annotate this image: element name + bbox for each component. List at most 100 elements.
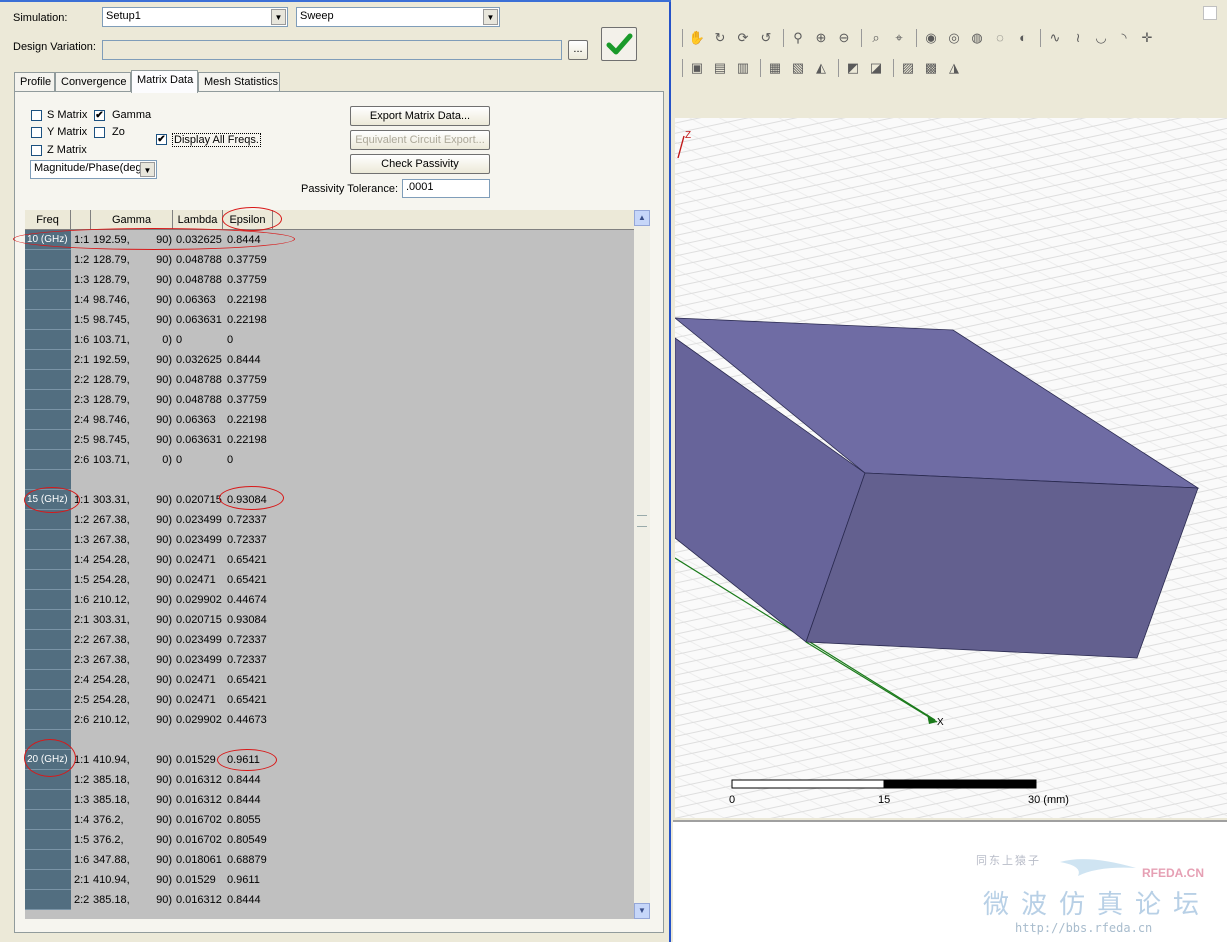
column-header-freq[interactable]: Freq bbox=[25, 210, 71, 230]
hide-selected-icon[interactable]: ◐ bbox=[1014, 29, 1032, 47]
entry-cell: 1:2 bbox=[74, 254, 90, 266]
table-row[interactable]: 2:6 103.71, 0) 0 0 bbox=[25, 450, 634, 470]
table-row[interactable]: 1:2 267.38, 90) 0.023499 0.72337 bbox=[25, 510, 634, 530]
table-row[interactable]: 2:6 210.12, 90) 0.029902 0.44673 bbox=[25, 710, 634, 730]
table-row[interactable]: 2:2 267.38, 90) 0.023499 0.72337 bbox=[25, 630, 634, 650]
tab-matrix-data[interactable]: Matrix Data bbox=[131, 70, 198, 93]
table-row[interactable]: 1:2 128.79, 90) 0.048788 0.37759 bbox=[25, 250, 634, 270]
table-row[interactable] bbox=[25, 730, 634, 750]
passivity-tolerance-input[interactable]: .0001 bbox=[402, 179, 490, 198]
orbit-icon[interactable]: ↺ bbox=[757, 29, 775, 47]
arc-icon[interactable]: ◡ bbox=[1092, 29, 1110, 47]
column-header-gamma[interactable]: Gamma bbox=[91, 210, 173, 230]
table-row[interactable]: 1:4 98.746, 90) 0.06363 0.22198 bbox=[25, 290, 634, 310]
table-row[interactable]: 2:1 410.94, 90) 0.01529 0.9611 bbox=[25, 870, 634, 890]
table-row[interactable]: 2:1 192.59, 90) 0.032625 0.8444 bbox=[25, 350, 634, 370]
rotate-axis-icon[interactable]: ⟳ bbox=[734, 29, 752, 47]
sweep-icon[interactable]: ◩ bbox=[844, 59, 862, 77]
duplicate-icon[interactable]: ▩ bbox=[922, 59, 940, 77]
show-all-icon[interactable]: ◌ bbox=[991, 29, 1009, 47]
hide-all-icon[interactable]: ◍ bbox=[968, 29, 986, 47]
zoom-in-icon[interactable]: ⊕ bbox=[812, 29, 830, 47]
lambda-cell: 0.02471 bbox=[176, 574, 216, 586]
split-icon[interactable]: ▦ bbox=[766, 59, 784, 77]
table-row[interactable]: 2:3 128.79, 90) 0.048788 0.37759 bbox=[25, 390, 634, 410]
table-row[interactable]: 1:5 254.28, 90) 0.02471 0.65421 bbox=[25, 570, 634, 590]
gamma-phase-cell: 90) bbox=[156, 694, 172, 706]
table-row[interactable]: 2:2 385.18, 90) 0.016312 0.8444 bbox=[25, 890, 634, 910]
tab-convergence[interactable]: Convergence bbox=[55, 72, 131, 92]
table-row[interactable]: 15 (GHz) 1:1 303.31, 90) 0.020715 0.93084 bbox=[25, 490, 634, 510]
zoom-fit-icon[interactable]: ⌕ bbox=[867, 29, 885, 47]
design-variation-field[interactable] bbox=[102, 40, 562, 60]
point-icon[interactable]: ✛ bbox=[1138, 29, 1156, 47]
table-row[interactable]: 2:1 303.31, 90) 0.020715 0.93084 bbox=[25, 610, 634, 630]
equivalent-circuit-export-button[interactable]: Equivalent Circuit Export... bbox=[350, 130, 490, 150]
table-row[interactable]: 2:4 98.746, 90) 0.06363 0.22198 bbox=[25, 410, 634, 430]
table-row[interactable]: 1:5 98.745, 90) 0.063631 0.22198 bbox=[25, 310, 634, 330]
table-row[interactable]: 1:3 128.79, 90) 0.048788 0.37759 bbox=[25, 270, 634, 290]
chevron-down-icon[interactable]: ▼ bbox=[271, 9, 286, 25]
table-row[interactable]: 2:5 98.745, 90) 0.063631 0.22198 bbox=[25, 430, 634, 450]
table-row[interactable]: 1:2 385.18, 90) 0.016312 0.8444 bbox=[25, 770, 634, 790]
table-row[interactable]: 1:6 347.88, 90) 0.018061 0.68879 bbox=[25, 850, 634, 870]
zoom-icon[interactable]: ⚲ bbox=[789, 29, 807, 47]
show-icon[interactable]: ◉ bbox=[922, 29, 940, 47]
grid-vertical-scrollbar[interactable]: ▲ ▼ bbox=[634, 210, 650, 919]
chevron-down-icon[interactable]: ▼ bbox=[140, 162, 155, 177]
table-row[interactable]: 1:3 267.38, 90) 0.023499 0.72337 bbox=[25, 530, 634, 550]
zoom-selection-icon[interactable]: ⌖ bbox=[890, 29, 908, 47]
table-row[interactable] bbox=[25, 470, 634, 490]
table-row[interactable]: 1:3 385.18, 90) 0.016312 0.8444 bbox=[25, 790, 634, 810]
zo-checkbox[interactable] bbox=[94, 127, 105, 138]
table-row[interactable]: 1:4 376.2, 90) 0.016702 0.8055 bbox=[25, 810, 634, 830]
table-row[interactable]: 2:2 128.79, 90) 0.048788 0.37759 bbox=[25, 370, 634, 390]
solid-front-face[interactable] bbox=[805, 472, 1199, 659]
export-matrix-data-button[interactable]: Export Matrix Data... bbox=[350, 106, 490, 126]
table-row[interactable]: 1:4 254.28, 90) 0.02471 0.65421 bbox=[25, 550, 634, 570]
display-all-freqs-checkbox[interactable]: ✔ bbox=[156, 134, 167, 145]
3d-view-canvas[interactable]: Z X 0 15 30 (mm) bbox=[675, 118, 1227, 818]
column-header-lambda[interactable]: Lambda bbox=[173, 210, 223, 230]
intersect-icon[interactable]: ▥ bbox=[734, 59, 752, 77]
check-passivity-button[interactable]: Check Passivity bbox=[350, 154, 490, 174]
pan-icon[interactable]: ✋ bbox=[688, 29, 706, 47]
scroll-up-icon[interactable]: ▲ bbox=[634, 210, 650, 226]
subtract-icon[interactable]: ▤ bbox=[711, 59, 729, 77]
simulation-setup-select[interactable]: Setup1 ▼ bbox=[102, 7, 288, 27]
z-matrix-checkbox[interactable] bbox=[31, 145, 42, 156]
display-format-select[interactable]: Magnitude/Phase(deg ▼ bbox=[30, 160, 157, 179]
mirror-icon[interactable]: ◭ bbox=[812, 59, 830, 77]
s-matrix-checkbox[interactable] bbox=[31, 110, 42, 121]
table-row[interactable]: 2:5 254.28, 90) 0.02471 0.65421 bbox=[25, 690, 634, 710]
hide-icon[interactable]: ◎ bbox=[945, 29, 963, 47]
design-variation-browse-button[interactable]: ... bbox=[568, 40, 588, 60]
apply-button[interactable] bbox=[601, 27, 637, 61]
scroll-thumb-grip[interactable] bbox=[637, 515, 647, 527]
gamma-checkbox[interactable]: ✔ bbox=[94, 110, 105, 121]
rotate-icon[interactable]: ↻ bbox=[711, 29, 729, 47]
window-restore-icon[interactable] bbox=[1203, 6, 1217, 20]
tab-mesh-statistics[interactable]: Mesh Statistics bbox=[198, 72, 280, 92]
table-row[interactable]: 1:6 210.12, 90) 0.029902 0.44674 bbox=[25, 590, 634, 610]
table-row[interactable]: 2:3 267.38, 90) 0.023499 0.72337 bbox=[25, 650, 634, 670]
table-row[interactable]: 20 (GHz) 1:1 410.94, 90) 0.01529 0.9611 bbox=[25, 750, 634, 770]
table-row[interactable]: 2:4 254.28, 90) 0.02471 0.65421 bbox=[25, 670, 634, 690]
table-row[interactable]: 1:5 376.2, 90) 0.016702 0.80549 bbox=[25, 830, 634, 850]
curve-icon[interactable]: ∿ bbox=[1046, 29, 1064, 47]
unite-icon[interactable]: ▣ bbox=[688, 59, 706, 77]
half-arc-icon[interactable]: ◝ bbox=[1115, 29, 1133, 47]
cover-icon[interactable]: ◪ bbox=[867, 59, 885, 77]
separate-icon[interactable]: ▧ bbox=[789, 59, 807, 77]
mirror-duplicate-icon[interactable]: ◮ bbox=[945, 59, 963, 77]
align-icon[interactable]: ▨ bbox=[899, 59, 917, 77]
zoom-out-icon[interactable]: ⊖ bbox=[835, 29, 853, 47]
y-matrix-checkbox[interactable] bbox=[31, 127, 42, 138]
tab-profile[interactable]: Profile bbox=[14, 72, 55, 92]
spline-icon[interactable]: ≀ bbox=[1069, 29, 1087, 47]
table-row[interactable]: 1:6 103.71, 0) 0 0 bbox=[25, 330, 634, 350]
simulation-sweep-select[interactable]: Sweep ▼ bbox=[296, 7, 500, 27]
scroll-down-icon[interactable]: ▼ bbox=[634, 903, 650, 919]
chevron-down-icon[interactable]: ▼ bbox=[483, 9, 498, 25]
column-header-blank[interactable] bbox=[71, 210, 91, 230]
